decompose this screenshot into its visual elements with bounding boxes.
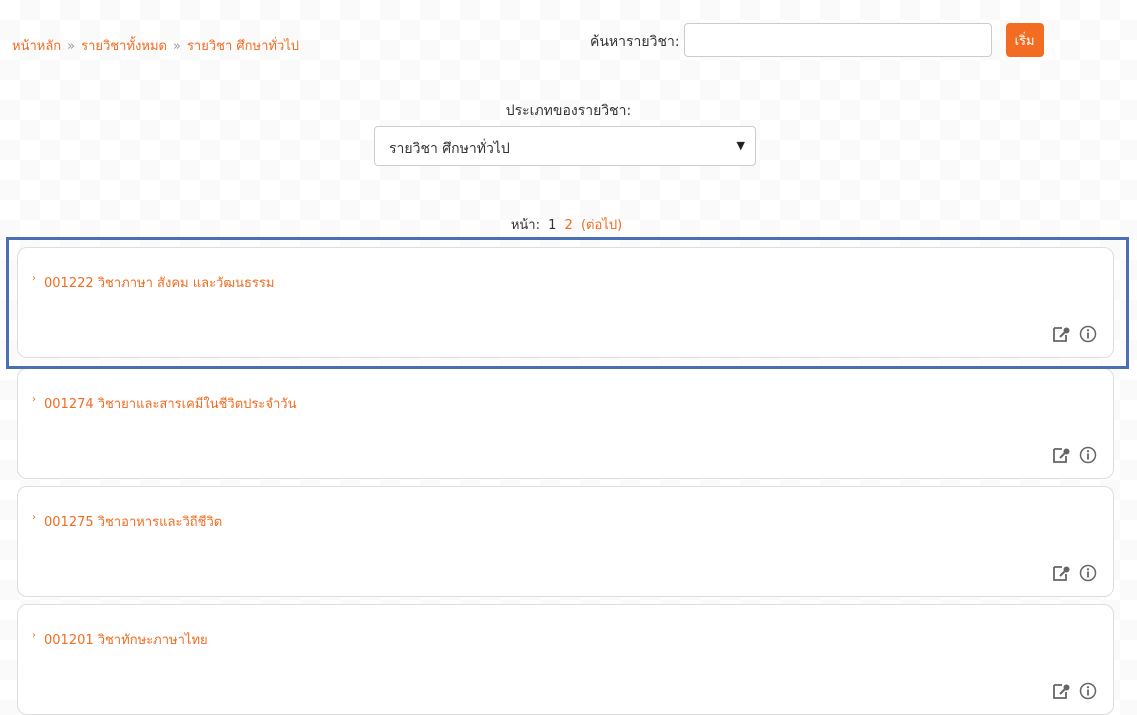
- course-title: 001274 วิชายาและสารเคมีในชีวิตประจำวัน: [44, 397, 297, 412]
- course-title-link[interactable]: › 001274 วิชายาและสารเคมีในชีวิตประจำวัน: [32, 393, 297, 414]
- course-title: 001201 วิชาทักษะภาษาไทย: [44, 633, 208, 648]
- category-label: ประเภทของรายวิชา:: [505, 103, 632, 119]
- edit-key-icon[interactable]: [1053, 326, 1071, 342]
- search-input[interactable]: [683, 23, 992, 57]
- course-card: › 001274 วิชายาและสารเคมีในชีวิตประจำวัน: [17, 368, 1114, 479]
- course-card: › 001201 วิชาทักษะภาษาไทย: [17, 604, 1114, 715]
- paging-next[interactable]: (ต่อไป): [581, 218, 622, 233]
- breadcrumb-current[interactable]: รายวิชา ศึกษาทั่วไป: [187, 39, 299, 54]
- breadcrumb-home[interactable]: หน้าหลัก: [12, 39, 61, 54]
- breadcrumb: หน้าหลัก » รายวิชาทั้งหมด » รายวิชา ศึกษาทั่…: [12, 35, 299, 56]
- paging-current-page: 1: [548, 218, 557, 233]
- edit-key-icon[interactable]: [1053, 565, 1071, 581]
- course-title: 001275 วิชาอาหารและวิถีชีวิต: [44, 515, 223, 530]
- edit-key-icon[interactable]: [1053, 447, 1071, 463]
- info-icon[interactable]: [1079, 446, 1097, 464]
- breadcrumb-separator: »: [67, 39, 76, 54]
- bullet-arrow-icon: ›: [32, 512, 36, 523]
- bullet-arrow-icon: ›: [32, 394, 36, 405]
- dropdown-arrow-icon: ▼: [736, 139, 745, 152]
- course-title: 001222 วิชาภาษา สังคม และวัฒนธรรม: [44, 276, 275, 291]
- paging-label: หน้า:: [510, 218, 540, 233]
- course-title-link[interactable]: › 001222 วิชาภาษา สังคม และวัฒนธรรม: [32, 272, 275, 293]
- search-go-button[interactable]: เริ่ม: [1005, 23, 1044, 57]
- info-icon[interactable]: [1079, 564, 1097, 582]
- bullet-arrow-icon: ›: [32, 630, 36, 641]
- bullet-arrow-icon: ›: [32, 273, 36, 284]
- paging-page-2[interactable]: 2: [565, 218, 573, 233]
- breadcrumb-separator: »: [172, 39, 181, 54]
- info-icon[interactable]: [1079, 325, 1097, 343]
- course-title-link[interactable]: › 001275 วิชาอาหารและวิถีชีวิต: [32, 511, 223, 532]
- category-section: ประเภทของรายวิชา:: [0, 100, 1137, 122]
- course-title-link[interactable]: › 001201 วิชาทักษะภาษาไทย: [32, 629, 208, 650]
- info-icon[interactable]: [1079, 682, 1097, 700]
- course-search: ค้นหารายวิชา: เริ่ม: [590, 23, 1044, 57]
- course-card: › 001222 วิชาภาษา สังคม และวัฒนธรรม: [17, 247, 1114, 358]
- category-select[interactable]: รายวิชา ศึกษาทั่วไป ▼: [374, 126, 756, 166]
- course-card: › 001275 วิชาอาหารและวิถีชีวิต: [17, 486, 1114, 597]
- edit-key-icon[interactable]: [1053, 683, 1071, 699]
- search-label: ค้นหารายวิชา:: [590, 34, 680, 50]
- breadcrumb-all-courses[interactable]: รายวิชาทั้งหมด: [81, 39, 167, 54]
- category-select-value: รายวิชา ศึกษาทั่วไป: [389, 141, 510, 157]
- pagination: หน้า: 1 2 (ต่อไป): [0, 214, 1137, 235]
